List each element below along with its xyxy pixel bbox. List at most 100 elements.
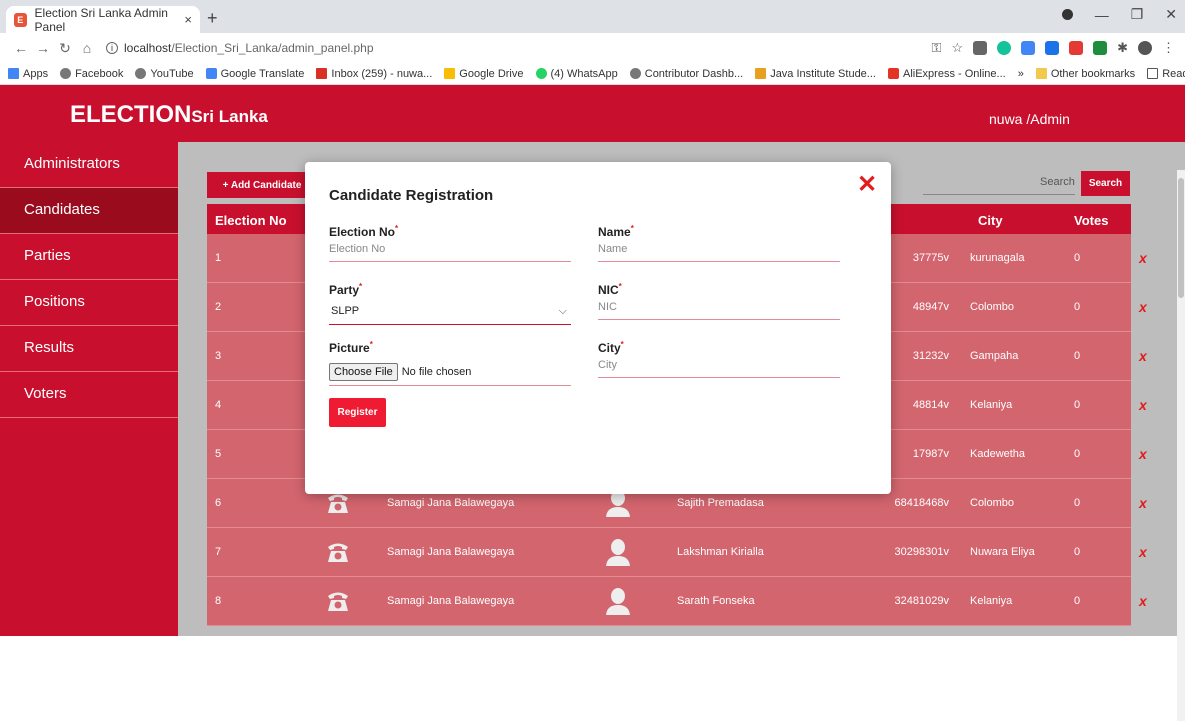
bookmark-item[interactable]: Google Translate <box>205 68 304 80</box>
cell-election-no: 2 <box>215 301 222 313</box>
menu-icon[interactable]: ⋮ <box>1162 40 1175 56</box>
user-label[interactable]: nuwa /Admin <box>989 111 1070 127</box>
delete-icon[interactable]: x <box>1139 446 1147 462</box>
city-field: City* <box>598 340 840 378</box>
party-label: Party <box>329 283 360 297</box>
minimize-icon[interactable]: — <box>1095 7 1109 23</box>
sidebar-item-parties[interactable]: Parties <box>0 234 178 280</box>
search-button[interactable]: Search <box>1081 171 1130 196</box>
close-icon[interactable]: ✕ <box>857 173 877 197</box>
site-info-icon[interactable]: i <box>106 42 118 54</box>
cell-election-no: 4 <box>215 399 222 411</box>
pdf-icon[interactable] <box>1069 41 1084 55</box>
browser-tab[interactable]: E Election Sri Lanka Admin Panel × <box>6 6 200 34</box>
avatar[interactable] <box>1138 41 1152 55</box>
address-bar[interactable]: i localhost/Election_Sri_Lanka/admin_pan… <box>106 41 374 55</box>
bookmark-item[interactable]: Apps <box>8 68 48 80</box>
cell-nic: 31232v <box>912 350 949 362</box>
bookmark-item[interactable]: Facebook <box>60 68 123 80</box>
cell-name: Lakshman Kirialla <box>677 546 764 558</box>
extension-icon[interactable] <box>973 41 988 55</box>
name-input[interactable] <box>598 239 840 262</box>
sidebar-item-administrators[interactable]: Administrators <box>0 142 178 188</box>
tab-close-icon[interactable]: × <box>184 12 192 27</box>
delete-icon[interactable]: x <box>1139 250 1147 266</box>
key-icon[interactable]: ⚿ <box>932 40 942 56</box>
extension-icon[interactable] <box>1045 41 1060 55</box>
forward-icon[interactable]: → <box>32 40 54 56</box>
party-select[interactable]: SLPP ⌵ <box>329 299 571 325</box>
bookmark-item[interactable]: YouTube <box>135 68 194 80</box>
home-icon[interactable]: ⌂ <box>76 40 98 56</box>
cell-election-no: 3 <box>215 350 222 362</box>
search-underline <box>923 194 1075 195</box>
cell-votes: 0 <box>1074 448 1081 460</box>
cell-party: Samagi Jana Balawegaya <box>387 595 515 607</box>
delete-icon[interactable]: x <box>1139 495 1147 511</box>
party-field: Party* SLPP ⌵ <box>329 282 571 325</box>
candidate-picture-icon <box>605 587 631 615</box>
profile-dot-icon[interactable] <box>1061 9 1073 20</box>
cell-votes: 0 <box>1074 595 1081 607</box>
search-input[interactable]: Search <box>1040 176 1075 188</box>
new-tab-button[interactable]: + <box>207 8 218 29</box>
election-no-label: Election No <box>329 225 396 239</box>
candidate-picture-icon <box>605 538 631 566</box>
party-logo-icon <box>325 539 351 565</box>
election-no-field: Election No* <box>329 224 571 262</box>
register-button[interactable]: Register <box>329 398 386 427</box>
city-input[interactable] <box>598 355 840 378</box>
choose-file-button[interactable]: Choose File <box>329 363 398 381</box>
col-election-no: Election No <box>215 213 287 228</box>
cell-city: Kelaniya <box>970 399 1013 411</box>
translate-icon[interactable] <box>1021 41 1036 55</box>
delete-icon[interactable]: x <box>1139 348 1147 364</box>
bookmark-item[interactable]: AliExpress - Online... <box>887 68 1006 80</box>
bookmark-item[interactable]: Java Institute Stude... <box>755 68 876 80</box>
cell-nic: 48814v <box>912 399 949 411</box>
back-icon[interactable]: ← <box>10 40 32 56</box>
scrollbar[interactable] <box>1177 170 1185 721</box>
sidebar-item-voters[interactable]: Voters <box>0 372 178 418</box>
election-no-input[interactable] <box>329 239 571 262</box>
delete-icon[interactable]: x <box>1139 299 1147 315</box>
grammarly-icon[interactable] <box>997 41 1012 55</box>
cell-votes: 0 <box>1074 350 1081 362</box>
other-bookmarks[interactable]: Other bookmarks <box>1035 68 1135 80</box>
bookmark-item[interactable]: Inbox (259) - nuwa... <box>316 68 432 80</box>
tab-bar: E Election Sri Lanka Admin Panel × + — ❐… <box>0 0 1185 34</box>
sidebar-item-candidates[interactable]: Candidates <box>0 188 178 234</box>
picture-field: Picture* Choose File No file chosen <box>329 340 571 386</box>
star-icon[interactable]: ☆ <box>951 40 963 56</box>
nic-field: NIC* <box>598 282 840 320</box>
maximize-icon[interactable]: ❐ <box>1131 6 1144 23</box>
cell-nic: 17987v <box>912 448 949 460</box>
extensions: ⚿ ☆ ✱ ⋮ <box>932 40 1175 56</box>
sidebar: Administrators Candidates Parties Positi… <box>0 142 178 636</box>
bookmark-item[interactable]: Contributor Dashb... <box>629 68 743 80</box>
delete-icon[interactable]: x <box>1139 593 1147 609</box>
cell-city: Nuwara Eliya <box>970 546 1035 558</box>
cell-election-no: 5 <box>215 448 222 460</box>
bookmarks-more[interactable]: » <box>1018 68 1024 80</box>
add-candidate-button[interactable]: + Add Candidate <box>207 172 317 198</box>
cell-city: Kelaniya <box>970 595 1013 607</box>
sidebar-item-positions[interactable]: Positions <box>0 280 178 326</box>
nic-input[interactable] <box>598 297 840 320</box>
close-window-icon[interactable]: ✕ <box>1165 6 1177 23</box>
bookmark-item[interactable]: Google Drive <box>444 68 524 80</box>
delete-icon[interactable]: x <box>1139 544 1147 560</box>
picture-label: Picture <box>329 341 370 355</box>
bookmark-item[interactable]: (4) WhatsApp <box>535 68 618 80</box>
shield-icon[interactable] <box>1093 41 1108 55</box>
cell-votes: 0 <box>1074 252 1081 264</box>
cell-election-no: 6 <box>215 497 222 509</box>
delete-icon[interactable]: x <box>1139 397 1147 413</box>
puzzle-icon[interactable]: ✱ <box>1117 40 1128 56</box>
reload-icon[interactable]: ↻ <box>54 40 76 57</box>
sidebar-item-results[interactable]: Results <box>0 326 178 372</box>
reading-list[interactable]: Reading list <box>1147 68 1185 80</box>
cell-votes: 0 <box>1074 301 1081 313</box>
cell-nic: 30298301v <box>894 546 949 558</box>
cell-name: Sajith Premadasa <box>677 497 764 509</box>
